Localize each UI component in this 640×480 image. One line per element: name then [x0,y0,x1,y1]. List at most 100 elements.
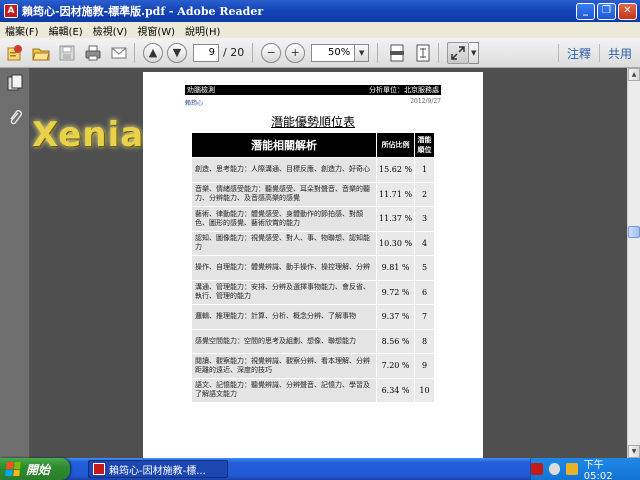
table-row: 藝術、律動能力：體覺感受、身體動作的節拍感、對顏色、圖形的感覺、藝術欣賞的能力 … [190,206,435,232]
chevron-down-icon: ▼ [471,48,477,57]
adobe-reader-icon: A [4,4,18,18]
zoom-input[interactable]: 50% [311,43,356,62]
percent-cell: 8.56 % [376,328,416,354]
share-button[interactable]: 共用 [600,45,640,62]
print-button[interactable] [82,42,104,64]
arrow-down-icon: ▼ [172,46,182,59]
menu-help[interactable]: 說明(H) [180,23,225,38]
pdf-icon [93,463,105,475]
zoom-out-button[interactable]: − [261,42,282,63]
save-button[interactable] [56,42,78,64]
percent-cell: 7.20 % [376,353,416,379]
taskbar-item-label: 賴筠心-因材施教-標... [109,465,206,477]
open-button[interactable] [30,42,52,64]
menu-window[interactable]: 視窗(W) [132,23,180,38]
network-icon[interactable] [548,463,561,475]
page-header-right: 分析單位：北京服務處 [369,86,439,94]
ability-cell: 音樂、情緒感受能力：聽覺感受、耳朵對聲音、音樂的聽力、分辨能力、及音感高樂的感覺 [190,181,378,207]
toolbar-separator [438,42,440,63]
scrollbar-thumb[interactable] [628,226,640,238]
previous-page-button[interactable]: ▲ [143,42,163,63]
column-header-rank: 潛能順位 [414,132,435,158]
rank-cell: 1 [414,157,435,183]
table-row: 操作、自理能力：體覺辨識、動手操作、操控理解、分辨 9.81 % 5 [190,255,435,281]
zoom-in-button[interactable]: + [285,42,306,63]
column-header-ability: 潛能相關解析 [190,132,378,158]
create-pdf-button[interactable] [4,42,26,64]
ability-cell: 認知、圖像能力：視覺感受、對人、事、物聯想、認知能力 [190,230,378,256]
column-header-percent: 所佔比例 [376,132,416,158]
table-row: 認知、圖像能力：視覺感受、對人、事、物聯想、認知能力 10.30 % 4 [190,230,435,256]
toolbar-separator [252,42,254,63]
table-row: 感覺空間能力：空間的思考及組劃、想像、聯想能力 8.56 % 8 [190,328,435,354]
menu-file[interactable]: 檔案(F) [0,23,44,38]
student-name: 賴筠心 [185,100,204,107]
navigation-pane [0,68,30,458]
ability-cell: 邏輯、推理能力：計算、分析、概念分辨、了解事物 [190,304,378,330]
minimize-button[interactable]: _ [576,2,595,20]
page-header-left: 劝腦檢測 [187,86,215,94]
fit-width-button[interactable] [386,42,408,64]
email-button[interactable] [108,42,130,64]
close-button[interactable]: ✕ [618,2,637,20]
fit-page-icon [416,44,430,61]
rank-cell: 6 [414,279,435,305]
menu-view[interactable]: 檢視(V) [88,23,133,38]
percent-cell: 6.34 % [376,377,416,403]
rank-cell: 9 [414,353,435,379]
percent-cell: 11.71 % [376,181,416,207]
document-viewport[interactable]: Xenia 劝腦檢測 分析單位：北京服務處 賴筠心 2012/9/27 潛能優勢… [30,68,627,458]
table-row: 語文、記憶能力：聽覺辨識、分辨聲音、記憶力、學習及了解語文能力 6.34 % 1… [190,377,435,403]
ability-ranking-table: 潛能相關解析 所佔比例 潛能順位 創造、思考能力：人際溝通、目標反應、創造力、好… [190,132,435,403]
create-pdf-icon [7,44,22,60]
vertical-scrollbar[interactable]: ▲ ▼ [627,68,640,458]
percent-cell: 9.81 % [376,255,416,281]
clock: 下午 05:02 [583,460,613,480]
table-row: 溝通、管理能力：安排、分辨及選擇事物能力、會反省、執行、管理的能力 9.72 %… [190,279,435,305]
arrow-down-icon: ▼ [631,448,637,455]
rank-cell: 2 [414,181,435,207]
page-number-input[interactable]: 9 [193,43,219,62]
page-total: / 20 [223,46,245,59]
ability-cell: 語文、記憶能力：聽覺辨識、分辨聲音、記憶力、學習及了解語文能力 [190,377,378,403]
security-icon[interactable] [566,463,578,475]
ability-cell: 藝術、律動能力：體覺感受、身體動作的節拍感、對顏色、圖形的感覺、藝術欣賞的能力 [190,206,378,232]
ability-cell: 操作、自理能力：體覺辨識、動手操作、操控理解、分辨 [190,255,378,281]
read-mode-dropdown[interactable]: ▼ [469,41,480,64]
table-row: 閱讀、觀察能力：視覺辨識、觀察分辨、看本理解、分辨距離的遠近、深度的技巧 7.2… [190,353,435,379]
adobe-tray-icon[interactable] [530,463,543,475]
page-header-bar: 劝腦檢測 分析單位：北京服務處 [185,85,441,95]
annotate-button[interactable]: 注釋 [559,45,599,62]
restore-button[interactable]: ❐ [597,2,616,20]
print-icon [85,45,101,60]
zoom-dropdown-button[interactable]: ▼ [355,43,370,62]
plus-icon: + [290,46,300,59]
menu-edit[interactable]: 編輯(E) [44,23,88,38]
toolbar-right: 注釋 共用 [557,38,640,68]
read-mode-button[interactable] [447,41,470,64]
start-button[interactable]: 開始 [0,458,70,480]
rank-cell: 5 [414,255,435,281]
arrow-up-icon: ▲ [631,71,637,78]
pages-thumbnail-icon[interactable] [7,74,23,92]
percent-cell: 15.62 % [376,157,416,183]
document-title: 潛能優勢順位表 [270,115,355,129]
start-label: 開始 [26,462,51,477]
table-row: 創造、思考能力：人際溝通、目標反應、創造力、好奇心 15.62 % 1 [190,157,435,183]
report-date: 2012/9/27 [410,98,441,105]
rank-cell: 10 [414,377,435,403]
taskbar-item-adobe-reader[interactable]: 賴筠心-因材施教-標... [88,460,228,478]
fit-width-icon [390,44,405,61]
table-row: 邏輯、推理能力：計算、分析、概念分辨、了解事物 9.37 % 7 [190,304,435,330]
next-page-button[interactable]: ▼ [167,42,187,63]
toolbar-separator [134,42,135,63]
percent-cell: 9.72 % [376,279,416,305]
percent-cell: 11.37 % [376,206,416,232]
fit-page-button[interactable] [412,42,434,64]
windows-logo-icon [5,462,21,476]
scroll-up-button[interactable]: ▲ [628,68,640,81]
attachment-icon[interactable] [7,108,23,126]
email-icon [111,47,127,58]
taskbar: 開始 賴筠心-因材施教-標... 下午 05:02 [0,458,640,480]
ability-cell: 閱讀、觀察能力：視覺辨識、觀察分辨、看本理解、分辨距離的遠近、深度的技巧 [190,353,378,379]
